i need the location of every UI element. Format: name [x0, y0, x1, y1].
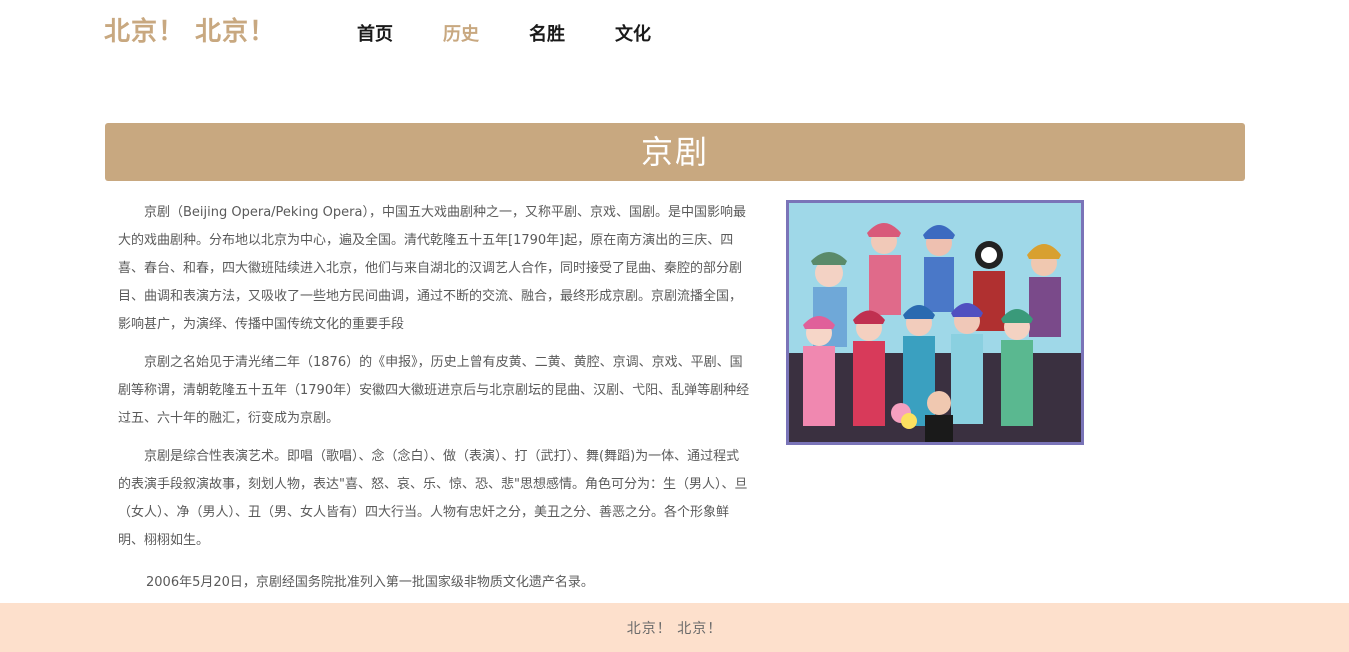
title-banner: 京剧 [105, 123, 1245, 181]
article-body: 京剧（Beijing Opera/Peking Opera），中国五大戏曲剧种之… [118, 199, 750, 607]
nav-item-culture[interactable]: 文化 [615, 22, 651, 48]
nav-item-home[interactable]: 首页 [357, 22, 393, 48]
article-paragraph-1: 京剧（Beijing Opera/Peking Opera），中国五大戏曲剧种之… [118, 205, 746, 332]
opera-photo-illustration [789, 203, 1081, 442]
article-paragraph-3: 京剧是综合性表演艺术。即唱（歌唱）、念（念白）、做（表演）、打（武打）、舞(舞蹈… [118, 449, 748, 548]
nav-item-history[interactable]: 历史 [443, 22, 479, 48]
article-paragraph-4: 2006年5月20日，京剧经国务院批准列入第一批国家级非物质文化遗产名录。 [146, 575, 594, 590]
nav-item-sights[interactable]: 名胜 [529, 22, 565, 48]
article-paragraph-2: 京剧之名始见于清光绪二年（1876）的《申报》，历史上曾有皮黄、二黄、黄腔、京调… [118, 355, 750, 426]
opera-performers-photo [786, 200, 1084, 445]
site-header: 北京！ 北京！ 首页 历史 名胜 文化 [0, 0, 1349, 70]
main-nav: 首页 历史 名胜 文化 [357, 22, 701, 48]
footer-text: 北京！ 北京！ [626, 620, 723, 637]
site-footer: 北京！ 北京！ [0, 603, 1349, 652]
page-title: 京剧 [640, 133, 709, 171]
site-logo[interactable]: 北京！ 北京！ [104, 14, 276, 50]
